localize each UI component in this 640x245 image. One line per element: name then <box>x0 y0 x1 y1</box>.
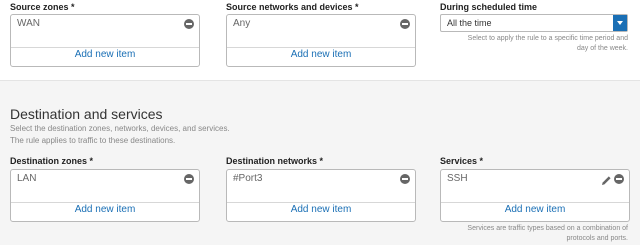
remove-icon[interactable] <box>614 174 624 184</box>
services-help-line2: protocols and ports. <box>566 235 628 242</box>
section-description-line1: Select the destination zones, networks, … <box>10 124 230 133</box>
destination-network-item: #Port3 <box>227 170 415 190</box>
add-destination-zone-button[interactable]: Add new item <box>11 204 199 215</box>
section-description-line2: The rule applies to traffic to these des… <box>10 136 176 145</box>
edit-icon[interactable] <box>601 173 612 185</box>
add-source-zone-button[interactable]: Add new item <box>11 49 199 60</box>
destination-networks-label: Destination networks * <box>226 156 324 166</box>
add-destination-network-button[interactable]: Add new item <box>227 204 415 215</box>
divider <box>441 202 629 203</box>
schedule-select[interactable]: All the time <box>440 14 628 32</box>
divider <box>227 47 415 48</box>
service-item: SSH <box>441 170 629 190</box>
remove-icon[interactable] <box>184 19 194 29</box>
add-source-network-button[interactable]: Add new item <box>227 49 415 60</box>
divider <box>11 47 199 48</box>
schedule-help-line1: Select to apply the rule to a specific t… <box>467 35 628 42</box>
destination-zone-value: LAN <box>17 173 37 184</box>
section-title: Destination and services <box>10 106 163 122</box>
schedule-help: Select to apply the rule to a specific t… <box>440 34 628 54</box>
destination-network-value: #Port3 <box>233 173 263 184</box>
destination-zones-label: Destination zones * <box>10 156 94 166</box>
source-zone-item: WAN <box>11 15 199 35</box>
source-networks-field: Any Add new item <box>226 14 416 67</box>
source-zone-value: WAN <box>17 18 40 29</box>
source-networks-label: Source networks and devices * <box>226 2 359 12</box>
service-value: SSH <box>447 173 468 184</box>
destination-zones-field: LAN Add new item <box>10 169 200 222</box>
source-section: Source zones * WAN Add new item Source n… <box>0 0 640 78</box>
destination-networks-field: #Port3 Add new item <box>226 169 416 222</box>
destination-zone-item: LAN <box>11 170 199 190</box>
services-help: Services are traffic types based on a co… <box>440 224 628 244</box>
schedule-help-line2: day of the week. <box>577 45 628 52</box>
remove-icon[interactable] <box>184 174 194 184</box>
source-zones-field: WAN Add new item <box>10 14 200 67</box>
chevron-down-icon[interactable] <box>613 15 627 31</box>
source-network-value: Any <box>233 18 251 29</box>
source-network-item: Any <box>227 15 415 35</box>
services-help-line1: Services are traffic types based on a co… <box>467 225 628 232</box>
schedule-selected-value: All the time <box>447 18 492 28</box>
schedule-label: During scheduled time <box>440 2 538 12</box>
add-service-button[interactable]: Add new item <box>441 204 629 215</box>
services-field: SSH Add new item <box>440 169 630 222</box>
remove-icon[interactable] <box>400 19 410 29</box>
divider <box>11 202 199 203</box>
services-label: Services * <box>440 156 484 166</box>
divider <box>227 202 415 203</box>
remove-icon[interactable] <box>400 174 410 184</box>
source-zones-label: Source zones * <box>10 2 75 12</box>
